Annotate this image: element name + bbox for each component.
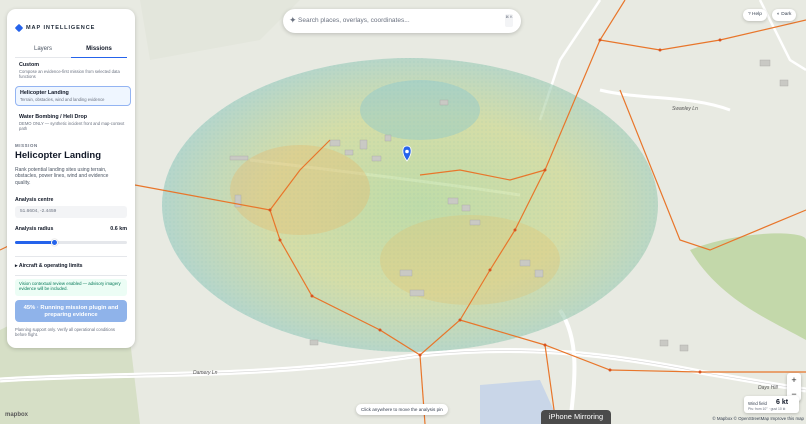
- map-hint: Click anywhere to move the analysis pin: [356, 404, 448, 415]
- brand-title: MAP INTELLIGENCE: [26, 25, 96, 31]
- dark-label: Dark: [781, 12, 792, 17]
- search-bar: ✦ ⌘ K: [283, 9, 521, 33]
- mission-description: Rank potential landing sites using terra…: [15, 167, 109, 186]
- planning-support-note: Planning support only. Verify all operat…: [15, 327, 116, 338]
- slider-fill: [15, 241, 55, 244]
- analysis-centre-input[interactable]: 51.6604, -2.4459: [15, 206, 127, 218]
- road-label-swanley: Swanley Ln: [672, 106, 698, 112]
- analysis-centre-label: Analysis centre: [15, 197, 54, 203]
- divider: [15, 256, 127, 257]
- mission-card-title: Water Bombing / Heli Drop: [19, 114, 88, 120]
- diamond-logo-icon: [14, 23, 24, 33]
- aircraft-limits-toggle[interactable]: ▸ Aircraft & operating limits: [15, 263, 83, 269]
- mission-title: Helicopter Landing: [15, 150, 102, 161]
- help-icon: ?: [748, 12, 751, 17]
- tab-layers[interactable]: Layers: [15, 42, 71, 57]
- mission-card-desc: Terrain, obstacles, wind and landing evi…: [20, 97, 105, 102]
- sparkle-search-icon: ✦: [289, 15, 297, 25]
- help-label: Help: [752, 12, 762, 17]
- mission-card-desc: Compose an evidence-first mission from s…: [19, 69, 120, 79]
- run-mission-button[interactable]: 45% · Running mission plugin and prepari…: [15, 300, 127, 322]
- vision-review-note: Vision contextual review enabled — advis…: [15, 279, 127, 296]
- brand: MAP INTELLIGENCE: [14, 23, 96, 33]
- tab-missions[interactable]: Missions: [71, 42, 127, 58]
- divider: [15, 275, 127, 276]
- map-attribution[interactable]: © Mapbox © OpenStreetMap Improve this ma…: [712, 416, 804, 421]
- mission-card-title: Custom: [19, 62, 40, 68]
- mission-panel: MAP INTELLIGENCE Layers Missions Custom …: [7, 9, 135, 348]
- mission-card-title: Helicopter Landing: [20, 90, 69, 96]
- mission-card-custom[interactable]: Custom Compose an evidence-first mission…: [15, 59, 131, 82]
- dark-mode-button[interactable]: ◐ Dark: [772, 9, 797, 21]
- wind-field-widget[interactable]: Wind field 6 kt Pts: from 10° · gust 10 …: [744, 396, 799, 413]
- analysis-radius-label: Analysis radius: [15, 226, 54, 232]
- analysis-radius-value: 0.6 km: [110, 226, 127, 232]
- analysis-radius-slider[interactable]: [15, 238, 127, 246]
- mission-card-desc: DEMO ONLY — synthetic incident front and…: [19, 121, 125, 131]
- mission-card-helicopter-landing[interactable]: Helicopter Landing Terrain, obstacles, w…: [15, 86, 131, 106]
- zoom-in-button[interactable]: +: [787, 373, 801, 387]
- wind-sub: Pts: from 10° · gust 10 kt: [748, 407, 786, 411]
- mapbox-logo[interactable]: mapbox: [5, 412, 28, 418]
- shortcut-hint: ⌘ K: [505, 14, 513, 27]
- slider-thumb[interactable]: [50, 238, 58, 246]
- mission-section-label: MISSION: [15, 143, 38, 148]
- mission-card-water-bombing[interactable]: Water Bombing / Heli Drop DEMO ONLY — sy…: [15, 111, 131, 134]
- wind-label: Wind field: [748, 401, 767, 406]
- road-label-damery: Damery Ln: [193, 370, 218, 376]
- wind-value: 6 kt: [776, 399, 789, 406]
- help-button[interactable]: ? Help: [743, 9, 767, 21]
- search-input[interactable]: [298, 14, 498, 27]
- iphone-mirroring-label[interactable]: iPhone Mirroring: [541, 410, 611, 424]
- place-label: Days Hill: [758, 385, 778, 391]
- panel-tabs: Layers Missions: [15, 42, 127, 58]
- moon-icon: ◐: [777, 12, 780, 17]
